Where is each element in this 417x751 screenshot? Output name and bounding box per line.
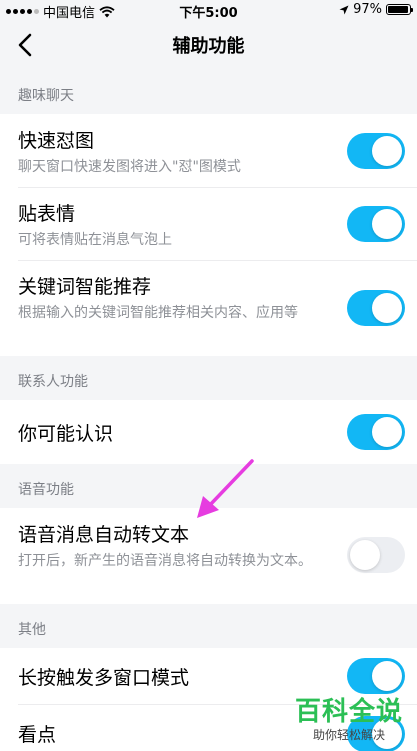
page-title: 辅助功能 — [172, 36, 245, 57]
toggle-knob — [350, 540, 380, 570]
setting-label: 长按触发多窗口模式 — [18, 667, 190, 689]
battery-percent: 97% — [353, 2, 382, 17]
setting-row-sticker: 贴表情 可将表情贴在消息气泡上 — [0, 187, 417, 260]
setting-row-quick-image: 快速怼图 聊天窗口快速发图将进入"怼"图模式 — [0, 114, 417, 187]
battery-icon — [386, 4, 413, 15]
toggle-people-you-may-know[interactable] — [347, 414, 405, 450]
setting-description: 根据输入的关键词智能推荐相关内容、应用等 — [18, 305, 298, 321]
setting-description: 聊天窗口快速发图将进入"怼"图模式 — [18, 159, 241, 175]
section-header-fun-chat: 趣味聊天 — [0, 70, 417, 114]
location-arrow-icon — [339, 5, 349, 14]
setting-row-keyword-recommend: 关键词智能推荐 根据输入的关键词智能推荐相关内容、应用等 — [0, 260, 417, 356]
chevron-left-icon[interactable] — [14, 32, 38, 58]
status-right: 97% — [339, 2, 413, 17]
setting-label: 你可能认识 — [18, 423, 114, 445]
section-header-contacts: 联系人功能 — [0, 356, 417, 400]
setting-label: 贴表情 — [18, 203, 76, 225]
setting-label: 快速怼图 — [18, 130, 95, 152]
setting-description: 打开后，新产生的语音消息将自动转换为文本。 — [18, 553, 312, 569]
setting-label: 关键词智能推荐 — [18, 276, 152, 298]
toggle-knob — [372, 661, 402, 691]
watermark-subtitle: 助你轻松解决 — [312, 728, 385, 742]
toggle-knob — [372, 293, 402, 323]
toggle-knob — [372, 417, 402, 447]
setting-row-voice-to-text: 语音消息自动转文本 打开后，新产生的语音消息将自动转换为文本。 — [0, 508, 417, 604]
toggle-knob — [372, 136, 402, 166]
toggle-multi-window[interactable] — [347, 658, 405, 694]
setting-label: 语音消息自动转文本 — [18, 524, 190, 546]
toggle-quick-image[interactable] — [347, 133, 405, 169]
status-bar: 中国电信 下午5:00 97% — [0, 0, 417, 21]
toggle-knob — [372, 209, 402, 239]
setting-row-people-you-may-know: 你可能认识 — [0, 400, 417, 464]
watermark-brand: 百科全说 — [294, 697, 403, 727]
navigation-bar: 辅助功能 — [0, 20, 417, 70]
toggle-sticker[interactable] — [347, 206, 405, 242]
section-header-voice: 语音功能 — [0, 464, 417, 508]
watermark-logo: 百科全说 助你轻松解决 — [289, 691, 409, 743]
section-header-other: 其他 — [0, 604, 417, 648]
setting-label: 看点 — [18, 724, 57, 746]
toggle-keyword-recommend[interactable] — [347, 290, 405, 326]
battery-fill — [388, 6, 409, 13]
toggle-voice-to-text[interactable] — [347, 537, 405, 573]
setting-description: 可将表情贴在消息气泡上 — [18, 232, 172, 248]
